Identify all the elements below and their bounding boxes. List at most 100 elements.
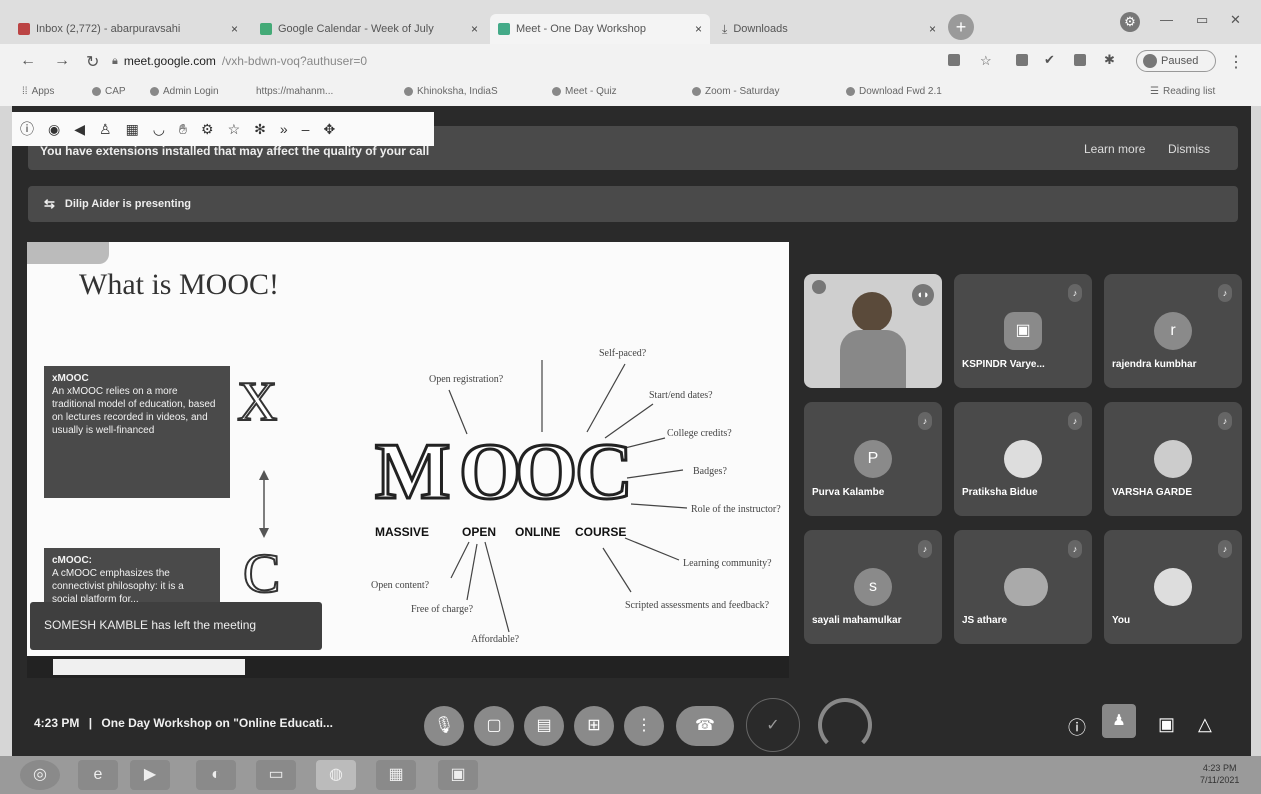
app-icon[interactable]: ▦ xyxy=(376,760,416,790)
speaker-icon[interactable]: ◀ xyxy=(74,121,85,138)
tab-strip: Inbox (2,772) - abarpuravsahi × Google C… xyxy=(0,0,1261,44)
app-icon[interactable]: ▣ xyxy=(438,760,478,790)
bookmark-item[interactable]: Zoom - Saturday xyxy=(692,86,779,97)
menu-icon[interactable]: ⋮ xyxy=(1228,52,1244,72)
bookmark-item[interactable]: CAP xyxy=(92,86,126,97)
bookmark-item[interactable]: Meet - Quiz xyxy=(552,86,617,97)
info-icon[interactable]: ⓘ xyxy=(1068,714,1086,740)
gear-icon[interactable]: ✻ xyxy=(254,121,266,138)
ie-icon[interactable]: e xyxy=(78,760,118,790)
mic-off-icon: ♪ xyxy=(918,412,932,430)
extension-icon[interactable] xyxy=(1074,54,1086,66)
bookmark-item[interactable]: Admin Login xyxy=(150,86,219,97)
participant-tile[interactable]: ♪ ▣ KSPINDR Varye... xyxy=(954,274,1092,388)
profile-paused-button[interactable]: Paused xyxy=(1136,50,1216,72)
activities-icon[interactable]: △ xyxy=(1198,714,1212,735)
minimize-icon[interactable]: — xyxy=(1160,12,1173,27)
participant-tile[interactable]: ♪ r rajendra kumbhar xyxy=(1104,274,1242,388)
dismiss-button[interactable]: Dismiss xyxy=(1168,142,1210,156)
close-icon[interactable]: × xyxy=(929,22,936,36)
start-icon[interactable]: ◎ xyxy=(20,760,60,790)
mic-off-icon: ♪ xyxy=(1068,540,1082,558)
participant-tile-camera[interactable]: ◖◗ xyxy=(804,274,942,388)
mic-off-icon: ♪ xyxy=(1218,540,1232,558)
star-icon[interactable]: ☆ xyxy=(228,121,241,138)
mic-button[interactable]: 🎙︎ xyxy=(424,706,464,746)
chat-icon[interactable]: ▣ xyxy=(1158,714,1175,735)
participants-button[interactable]: ♟ xyxy=(1102,704,1136,738)
bookmark-item[interactable]: Khinoksha, IndiaS xyxy=(404,86,498,97)
participant-tile-self[interactable]: ♪ You xyxy=(1104,530,1242,644)
bookmark-apps[interactable]: ⁞⁞ Apps xyxy=(22,86,54,97)
forward-icon[interactable]: → xyxy=(54,52,70,70)
gmail-icon xyxy=(18,23,30,35)
folder-icon[interactable]: ▭ xyxy=(256,760,296,790)
camera-icon[interactable] xyxy=(948,54,960,66)
camera-button[interactable]: ▢ xyxy=(474,706,514,746)
participant-tile[interactable]: ♪ VARSHA GARDE xyxy=(1104,402,1242,516)
star-icon[interactable]: ☆ xyxy=(980,53,992,69)
chrome-icon[interactable]: ◍ xyxy=(316,760,356,790)
tab-gmail[interactable]: Inbox (2,772) - abarpuravsahi × xyxy=(10,14,246,44)
url-input[interactable]: 🔒︎ meet.google.com/vxh-bdwn-voq?authuser… xyxy=(112,49,932,73)
minimize-icon[interactable]: – xyxy=(302,121,310,137)
screen: Inbox (2,772) - abarpuravsahi × Google C… xyxy=(0,0,1261,794)
c-letter: C xyxy=(243,543,280,605)
eye-icon[interactable]: ◉ xyxy=(48,121,60,138)
more-options-button[interactable]: ⋮ xyxy=(624,706,664,746)
leave-call-button[interactable]: ☎ xyxy=(676,706,734,746)
system-clock: 4:23 PM 7/11/2021 xyxy=(1200,763,1240,785)
bookmark-item[interactable]: https://mahanm... xyxy=(256,86,333,97)
presentation-slide: What is MOOC! xMOOC An xMOOC relies on a… xyxy=(27,242,789,658)
close-icon[interactable]: × xyxy=(695,22,702,36)
bookmarks-bar: ⁞⁞ Apps CAP Admin Login https://mahanm...… xyxy=(0,78,1261,106)
mindmap-label: Open content? xyxy=(371,580,430,591)
close-icon[interactable]: × xyxy=(471,22,478,36)
tab-calendar[interactable]: Google Calendar - Week of July × xyxy=(252,14,486,44)
person-icon[interactable]: ♙ xyxy=(99,121,112,138)
firefox-icon[interactable]: ◐ xyxy=(196,760,236,790)
camera-off-icon: ▢ xyxy=(486,717,502,734)
windows-taskbar: ◎ e ▶ ◐ ▭ ◍ ▦ ▣ 4:23 PM 7/11/2021 xyxy=(0,756,1261,794)
back-icon[interactable]: ← xyxy=(20,52,36,70)
bookmark-item[interactable]: Download Fwd 2.1 xyxy=(846,86,942,97)
participant-tile[interactable]: ♪ P Purva Kalambe xyxy=(804,402,942,516)
reading-list[interactable]: ☰ Reading list xyxy=(1150,86,1215,97)
reload-icon[interactable]: ↻ xyxy=(86,52,99,72)
participant-tile[interactable]: ♪ JS athare xyxy=(954,530,1092,644)
tab-meet[interactable]: Meet - One Day Workshop × xyxy=(490,14,710,44)
check-button[interactable]: ✓ xyxy=(746,698,800,752)
hang-up-icon: ☎ xyxy=(695,717,715,734)
present-button[interactable]: ⊞ xyxy=(574,706,614,746)
grid-icon[interactable]: ▦ xyxy=(126,121,139,138)
collapse-icon[interactable]: » xyxy=(280,121,288,137)
hand-icon[interactable]: ✋︎ xyxy=(179,121,187,138)
mic-off-icon: ♪ xyxy=(1068,284,1082,302)
extension-icon[interactable] xyxy=(1016,54,1028,66)
participant-tile[interactable]: ♪ Pratiksha Bidue xyxy=(954,402,1092,516)
close-window-icon[interactable]: ✕ xyxy=(1230,12,1241,28)
new-tab-button[interactable]: + xyxy=(948,14,974,40)
avatar xyxy=(1004,440,1042,478)
participant-tile[interactable]: ♪ s sayali mahamulkar xyxy=(804,530,942,644)
info-icon[interactable]: ⓘ xyxy=(20,119,34,139)
pin-icon[interactable] xyxy=(812,280,826,294)
presenting-bar: ⇆ Dilip Aider is presenting xyxy=(28,186,1238,222)
media-icon[interactable]: ▶ xyxy=(130,760,170,790)
settings-icon[interactable]: ⚙ xyxy=(201,121,214,138)
participant-face xyxy=(852,292,892,332)
learn-more-link[interactable]: Learn more xyxy=(1084,142,1145,156)
tab-downloads[interactable]: ⤓ Downloads × xyxy=(714,14,944,44)
cup-icon[interactable]: ◡ xyxy=(153,121,165,138)
download-icon: ⤓ xyxy=(722,21,728,36)
check-icon[interactable]: ✔ xyxy=(1044,52,1055,68)
puzzle-icon[interactable]: ✱ xyxy=(1104,52,1115,68)
avatar xyxy=(1004,568,1048,606)
captions-button[interactable]: ▤ xyxy=(524,706,564,746)
avatar xyxy=(1143,54,1157,68)
profile-icon[interactable]: ⚙ xyxy=(1120,12,1140,32)
maximize-icon[interactable]: ▭ xyxy=(1196,12,1208,28)
word-open: OPEN xyxy=(462,525,496,539)
move-icon[interactable]: ✥ xyxy=(323,121,335,138)
close-icon[interactable]: × xyxy=(231,22,238,36)
